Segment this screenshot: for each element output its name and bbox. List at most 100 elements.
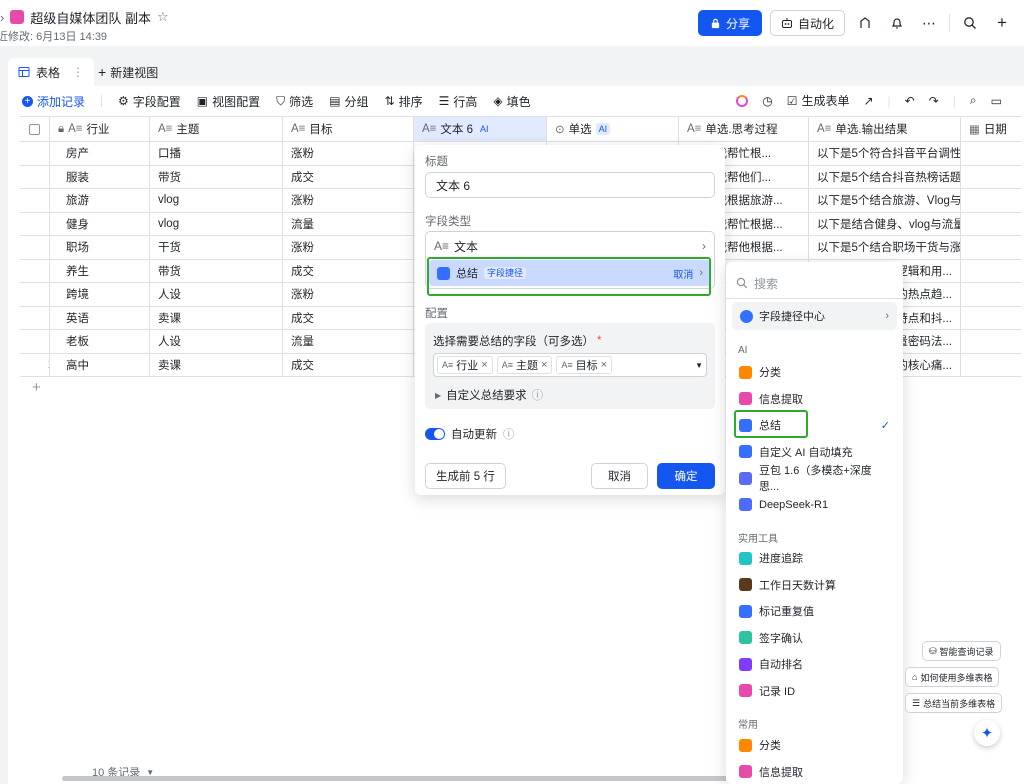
cell-goal[interactable]: 涨粉 — [283, 283, 414, 306]
dropdown-item[interactable]: 分类 — [732, 359, 897, 385]
column-header-thinking[interactable]: A≡ 单选.思考过程 — [679, 117, 809, 141]
close-icon[interactable]: × — [481, 359, 487, 371]
add-record-button[interactable]: + 添加记录 — [22, 93, 85, 110]
cell-output[interactable]: 以下是5个结合旅游、Vlog与... — [809, 189, 961, 212]
view-config-button[interactable]: ▣ 视图配置 — [197, 93, 260, 110]
close-icon[interactable]: × — [601, 359, 607, 371]
cell-industry[interactable]: 英语 — [50, 306, 150, 329]
dropdown-item[interactable]: 信息提取 — [732, 386, 897, 412]
cell-topic[interactable]: 人设 — [150, 330, 283, 353]
dropdown-item[interactable]: 进度追踪 — [732, 545, 897, 571]
cell-industry[interactable]: 服装 — [50, 165, 150, 188]
ai-assistant-button[interactable]: ✦ — [974, 720, 1000, 746]
sort-button[interactable]: ⇅ 排序 — [385, 93, 423, 110]
select-all-checkbox[interactable] — [20, 117, 50, 141]
column-header-text6[interactable]: A≡ 文本 6 AI — [414, 117, 547, 141]
cell-topic[interactable]: vlog — [150, 212, 283, 235]
cell-date[interactable] — [961, 260, 1021, 283]
column-header-single-select[interactable]: ⊙ 单选 AI — [547, 117, 679, 141]
column-header-industry[interactable]: 🔒︎ A≡ 行业 — [50, 117, 150, 141]
ai-orb-icon[interactable] — [736, 94, 749, 107]
cell-industry[interactable]: 高中 — [50, 353, 150, 376]
tab-more-icon[interactable]: ⋮ — [72, 65, 84, 79]
title-input[interactable]: 文本 6 — [425, 172, 715, 198]
chip-topic[interactable]: A≡ 主题 × — [496, 356, 553, 374]
cell-goal[interactable]: 流量 — [283, 330, 414, 353]
share-out-icon[interactable]: ↗ — [863, 94, 873, 108]
doc-title[interactable]: 超级自媒体团队 副本 — [30, 8, 151, 27]
undo-icon[interactable]: ↶ — [905, 94, 915, 108]
column-header-date[interactable]: ▦ 日期 — [961, 117, 1021, 141]
column-header-topic[interactable]: A≡ 主题 — [150, 117, 283, 141]
cell-industry[interactable]: 养生 — [50, 259, 150, 282]
cell-goal[interactable]: 成交 — [283, 306, 414, 329]
chip-industry[interactable]: A≡ 行业 × — [437, 356, 493, 374]
group-button[interactable]: ▤ 分组 — [329, 93, 368, 110]
field-type-select[interactable]: A≡ 文本 › — [426, 232, 714, 260]
cell-goal[interactable]: 涨粉 — [283, 236, 414, 259]
dropdown-item[interactable]: 记录 ID — [732, 678, 897, 704]
chevron-right-icon[interactable]: › — [0, 10, 4, 25]
cell-output[interactable]: 以下是5个结合抖音热榜话题... — [809, 165, 961, 188]
cell-topic[interactable]: vlog — [150, 189, 283, 212]
cell-industry[interactable]: 职场 — [50, 236, 150, 259]
dropdown-item[interactable]: 标记重复值 — [732, 598, 897, 624]
cell-topic[interactable]: 卖课 — [150, 306, 283, 329]
cell-industry[interactable]: 旅游 — [50, 189, 150, 212]
cell-topic[interactable]: 带货 — [150, 259, 283, 282]
cell-topic[interactable]: 干货 — [150, 236, 283, 259]
close-icon[interactable]: × — [541, 359, 547, 371]
fields-multiselect[interactable]: A≡ 行业 × A≡ 主题 × A≡ 目标 × ▼ — [433, 353, 707, 377]
cell-topic[interactable]: 人设 — [150, 283, 283, 306]
generate-first-rows-button[interactable]: 生成前 5 行 — [425, 463, 506, 489]
confirm-button[interactable]: 确定 — [657, 463, 715, 489]
dropdown-item[interactable]: 信息提取 — [732, 759, 897, 784]
cell-output[interactable]: 以下是5个结合职场干货与涨... — [809, 236, 961, 259]
cell-goal[interactable]: 成交 — [283, 165, 414, 188]
filter-button[interactable]: ⛉ 筛选 — [276, 93, 313, 110]
cell-date[interactable] — [961, 166, 1021, 189]
star-icon[interactable]: ☆ — [157, 9, 169, 25]
field-config-button[interactable]: ⚙ 字段配置 — [118, 93, 181, 110]
cell-goal[interactable]: 涨粉 — [283, 189, 414, 212]
comment-icon[interactable]: ▭ — [991, 94, 1002, 108]
cell-date[interactable] — [961, 236, 1021, 259]
chip-goal[interactable]: A≡ 目标 × — [556, 356, 613, 374]
fill-color-button[interactable]: ◈ 填色 — [493, 93, 530, 110]
cell-output[interactable]: 以下是5个符合抖音平台调性... — [809, 142, 961, 165]
summarize-table-button[interactable]: ☰ 总结当前多维表格 — [905, 693, 1003, 713]
horizontal-scrollbar[interactable] — [62, 776, 742, 781]
cell-date[interactable] — [961, 354, 1021, 377]
plugin-icon[interactable] — [853, 11, 877, 35]
dropdown-item[interactable]: 自定义 AI 自动填充 — [732, 439, 897, 465]
cell-industry[interactable]: 跨境 — [50, 283, 150, 306]
cancel-button[interactable]: 取消 — [591, 463, 648, 489]
cell-goal[interactable]: 成交 — [283, 353, 414, 376]
cell-goal[interactable]: 成交 — [283, 259, 414, 282]
dropdown-item[interactable]: 自动排名 — [732, 651, 897, 677]
cell-output[interactable]: 以下是结合健身、vlog与流量... — [809, 212, 961, 235]
more-icon[interactable]: ⋯ — [917, 11, 941, 35]
history-icon[interactable]: ◷ — [762, 94, 772, 108]
cell-date[interactable] — [961, 330, 1021, 353]
column-header-goal[interactable]: A≡ 目标 — [283, 117, 414, 141]
how-to-use-button[interactable]: ⌂ 如何使用多维表格 — [905, 667, 1000, 687]
cell-date[interactable] — [961, 189, 1021, 212]
cell-goal[interactable]: 涨粉 — [283, 142, 414, 165]
smart-query-button[interactable]: ⛁ 智能查询记录 — [922, 641, 1001, 661]
find-icon[interactable]: ⌕ — [970, 93, 977, 108]
cell-date[interactable] — [961, 213, 1021, 236]
dropdown-item[interactable]: 工作日天数计算 — [732, 572, 897, 598]
dropdown-item[interactable]: DeepSeek-R1 — [732, 492, 897, 518]
dropdown-item[interactable]: 签字确认 — [732, 625, 897, 651]
dropdown-item[interactable]: 分类 — [732, 732, 897, 758]
auto-update-toggle[interactable] — [425, 428, 445, 440]
row-height-button[interactable]: ☰ 行高 — [439, 93, 478, 110]
plus-icon[interactable]: + — [990, 11, 1014, 35]
new-view-button[interactable]: + 新建视图 — [98, 58, 158, 86]
cell-topic[interactable]: 口播 — [150, 142, 283, 165]
dropdown-item[interactable]: 豆包 1.6（多模态+深度思... — [732, 465, 897, 493]
cell-goal[interactable]: 流量 — [283, 212, 414, 235]
shortcut-center-item[interactable]: 字段捷径中心 › — [732, 302, 897, 330]
cell-industry[interactable]: 房产 — [50, 142, 150, 165]
